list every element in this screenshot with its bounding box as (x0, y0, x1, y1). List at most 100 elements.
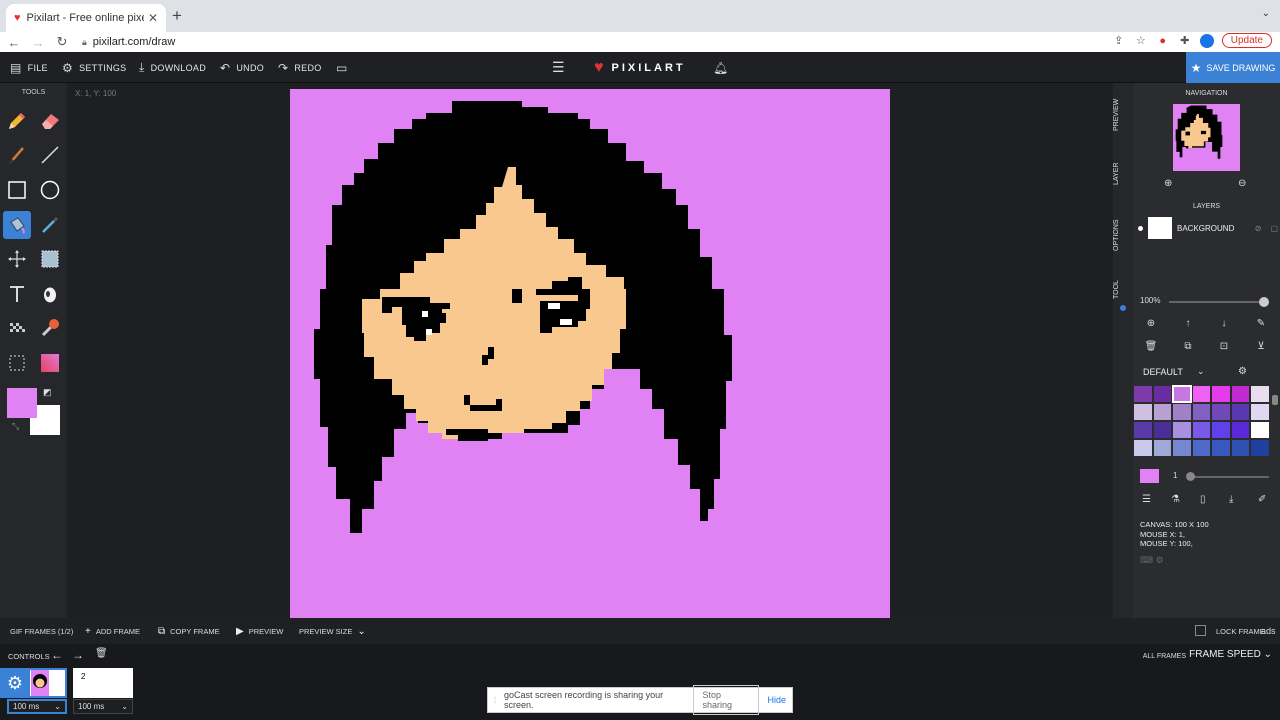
lighten-tool[interactable] (36, 314, 64, 342)
brush-size-handle[interactable] (1186, 472, 1195, 481)
palette-swatch[interactable] (1211, 439, 1231, 457)
line-tool[interactable] (36, 141, 64, 169)
layer-options-icon[interactable]: ▢ (1270, 224, 1278, 233)
palette-swatch[interactable] (1133, 385, 1153, 403)
palette-swatch[interactable] (1250, 439, 1270, 457)
frame-1-speed-select[interactable]: 100 ms ⌄ (7, 699, 67, 714)
palette-swatch[interactable] (1250, 385, 1270, 403)
navigation-preview[interactable] (1173, 104, 1240, 171)
document-icon[interactable]: ▯ (1200, 494, 1206, 505)
stop-sharing-button[interactable]: Stop sharing (693, 685, 760, 715)
pattern-tool[interactable] (3, 314, 31, 342)
palette-swatch[interactable] (1211, 385, 1231, 403)
frame-2-speed-select[interactable]: 100 ms ⌄ (73, 699, 133, 714)
copy-frame-button[interactable]: ⧉ COPY FRAME (158, 618, 220, 644)
add-layer-icon[interactable]: ⊕ (1144, 317, 1158, 331)
tab-layer[interactable]: LAYER (1113, 159, 1133, 189)
layer-visibility-icon[interactable] (1138, 225, 1143, 231)
palette-swatch[interactable] (1191, 421, 1212, 439)
palette-swatch[interactable] (1172, 439, 1192, 457)
palette-swatch[interactable] (1230, 385, 1251, 403)
update-button[interactable]: Update (1221, 33, 1272, 48)
brush-tool[interactable] (3, 141, 31, 169)
layer-dropdown-icon[interactable]: ⊻ (1254, 340, 1268, 354)
palette-swatch[interactable] (1191, 439, 1212, 457)
select-tool[interactable] (36, 245, 64, 273)
palette-swatch[interactable] (1250, 403, 1270, 421)
drag-handle-icon[interactable]: ⦙ (494, 695, 496, 706)
palette-swatch[interactable] (1191, 385, 1212, 403)
delete-frame-icon[interactable]: 🗑︎ (95, 648, 108, 659)
preview-size-dropdown[interactable]: PREVIEW SIZE ⌄ (299, 618, 366, 644)
opacity-slider-handle[interactable] (1259, 297, 1269, 307)
tab-options[interactable]: OPTIONS (1113, 215, 1133, 255)
fullscreen-button[interactable]: ▭ (336, 52, 348, 83)
browser-tab[interactable]: ♥ Pixilart - Free online pixel art d ✕ (6, 4, 166, 32)
duplicate-layer-icon[interactable]: ⧉ (1181, 340, 1195, 354)
ellipse-tool[interactable] (36, 176, 64, 204)
profile-avatar[interactable] (1199, 33, 1214, 48)
layer-row[interactable]: BACKGROUND ⊘ ▢ (1138, 217, 1278, 239)
zoom-out-icon[interactable]: ⊖ (1238, 178, 1246, 189)
tab-search-icon[interactable]: ⌄ (1262, 8, 1270, 19)
move-layer-up-icon[interactable]: ↑ (1181, 317, 1195, 331)
frame-settings-icon[interactable]: ⚙ (0, 668, 30, 698)
palette-swatch[interactable] (1230, 403, 1251, 421)
pencil-tool[interactable] (3, 107, 31, 135)
move-tool[interactable] (3, 245, 31, 273)
palette-scrollbar[interactable] (1272, 395, 1278, 405)
edit-layer-icon[interactable]: ✎ (1254, 317, 1268, 331)
palette-swatch[interactable] (1152, 439, 1173, 457)
recording-extension-icon[interactable]: ● (1156, 35, 1170, 47)
palette-swatch[interactable] (1230, 421, 1251, 439)
palette-swatch[interactable] (1250, 421, 1270, 439)
palette-swatch[interactable] (1152, 385, 1173, 403)
palette-swatch[interactable] (1172, 421, 1192, 439)
new-tab-icon[interactable]: + (172, 6, 182, 26)
download-menu[interactable]: ⤓ DOWNLOAD (139, 52, 206, 83)
previous-frame-icon[interactable]: ← (51, 648, 63, 662)
frame-speed-dropdown[interactable]: FRAME SPEED ⌄ (1189, 649, 1272, 660)
close-tab-icon[interactable]: ✕ (148, 11, 158, 25)
tab-tool[interactable]: TOOL (1113, 277, 1133, 303)
palette-swatch[interactable] (1152, 403, 1173, 421)
dither-tool[interactable] (36, 280, 64, 308)
next-frame-icon[interactable]: → (72, 648, 84, 662)
extensions-puzzle-icon[interactable]: ✚ (1178, 34, 1192, 47)
swap-colors-icon[interactable]: ◩ (43, 387, 52, 398)
palette-name[interactable]: DEFAULT (1143, 367, 1183, 377)
forward-icon[interactable]: → (28, 35, 48, 50)
palette-swatch[interactable] (1211, 421, 1231, 439)
palette-swatch[interactable] (1133, 403, 1153, 421)
palette-swatch[interactable] (1152, 421, 1173, 439)
hamburger-menu[interactable]: ☰ (552, 52, 565, 83)
keyboard-shortcuts-icon[interactable]: ⌨ ⚙ (1140, 555, 1164, 566)
settings-menu[interactable]: ⚙ SETTINGS (62, 52, 126, 83)
palette-swatch[interactable] (1133, 421, 1153, 439)
tab-preview[interactable]: PREVIEW (1113, 95, 1133, 135)
drawing-canvas[interactable] (290, 89, 890, 618)
flask-icon[interactable]: ⚗ (1171, 494, 1180, 505)
file-menu[interactable]: ▤ FILE (10, 52, 48, 83)
color-picker-icon[interactable]: ✐ (1258, 494, 1266, 505)
palette-swatch[interactable] (1191, 403, 1212, 421)
move-layer-down-icon[interactable]: ↓ (1217, 317, 1231, 331)
opacity-slider[interactable] (1169, 301, 1265, 303)
layer-lock-icon[interactable]: ⊘ (1255, 224, 1262, 233)
redo-button[interactable]: ↷ REDO (278, 52, 322, 83)
fill-bucket-tool[interactable] (3, 211, 31, 239)
palette-swatch[interactable] (1211, 403, 1231, 421)
pixilart-logo[interactable]: ♥ PIXILART (594, 52, 686, 83)
bookmark-star-icon[interactable]: ☆ (1134, 34, 1148, 47)
primary-color-swatch[interactable] (7, 388, 37, 418)
save-drawing-button[interactable]: ★ SAVE DRAWING (1186, 52, 1280, 83)
frame-thumbnail-2[interactable]: 2 (73, 668, 133, 698)
hide-button[interactable]: Hide (767, 695, 786, 705)
brush-color-swatch[interactable] (1140, 469, 1159, 483)
add-frame-button[interactable]: + ADD FRAME (85, 618, 140, 644)
palette-swatch[interactable] (1172, 385, 1192, 403)
eraser-tool[interactable] (36, 107, 64, 135)
palette-swatch[interactable] (1172, 403, 1192, 421)
back-icon[interactable]: ← (4, 35, 24, 50)
merge-layer-icon[interactable]: ⊡ (1217, 340, 1231, 354)
